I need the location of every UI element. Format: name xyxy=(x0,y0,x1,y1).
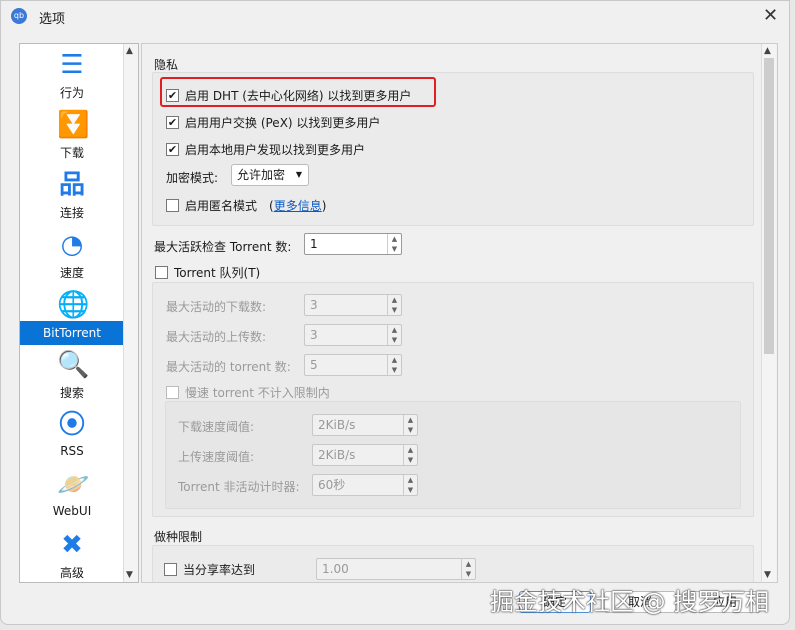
encryption-select[interactable]: 允许加密 ▼ xyxy=(231,164,309,186)
check-icon: ✔ xyxy=(166,116,179,129)
slow-label: 慢速 torrent 不计入限制内 xyxy=(185,386,330,400)
sidebar-item[interactable]: ⦿ RSS xyxy=(20,406,124,466)
anonymous-checkbox[interactable]: 启用匿名模式 (更多信息) xyxy=(166,197,326,214)
sidebar-item-label: 行为 xyxy=(59,86,84,100)
window-title: 选项 xyxy=(39,12,66,27)
ul-threshold-value: 2KiB/s xyxy=(318,448,356,462)
dl-threshold-value: 2KiB/s xyxy=(318,418,356,432)
sidebar-item[interactable]: ✖ 高级 xyxy=(20,526,124,586)
max-downloads-spinbox[interactable]: 3 ▲ ▼ xyxy=(304,294,402,316)
scrollbar-thumb[interactable] xyxy=(764,58,774,354)
lsd-label: 启用本地用户发现以找到更多用户 xyxy=(185,143,366,157)
spin-arrows-icon: ▲ ▼ xyxy=(387,355,401,375)
anon-label: 启用匿名模式 xyxy=(185,199,258,213)
spin-arrows-icon: ▲ ▼ xyxy=(461,559,475,579)
chevron-down-icon: ▼ xyxy=(295,170,302,179)
checkbox-box xyxy=(166,199,179,212)
pex-label: 启用用户交换 (PeX) 以找到更多用户 xyxy=(185,116,381,130)
spin-arrows-icon: ▲ ▼ xyxy=(403,415,417,435)
dl-threshold-label: 下载速度阈值: xyxy=(178,420,255,434)
sidebar-item-label: 搜索 xyxy=(59,386,84,400)
ratio-spinbox[interactable]: 1.00 ▲ ▼ xyxy=(316,558,476,580)
network-icon: 品 xyxy=(58,170,85,200)
dht-label: 启用 DHT (去中心化网络) 以找到更多用户 xyxy=(185,89,412,103)
max-torrents-spinbox[interactable]: 5 ▲ ▼ xyxy=(304,354,402,376)
dht-checkbox[interactable]: ✔ 启用 DHT (去中心化网络) 以找到更多用户 xyxy=(166,87,411,104)
checkbox-box xyxy=(166,386,179,399)
encryption-value: 允许加密 xyxy=(237,168,286,182)
spin-arrows-icon[interactable]: ▲ ▼ xyxy=(387,234,401,254)
sliders-icon: ☰ xyxy=(60,50,84,80)
ratio-checkbox[interactable]: 当分享率达到 xyxy=(164,561,255,578)
spin-arrows-icon: ▲ ▼ xyxy=(403,445,417,465)
watermark: 掘金技术社区 @ 搜罗万相 xyxy=(490,588,770,616)
checkbox-box xyxy=(155,266,168,279)
spin-arrows-icon: ▲ ▼ xyxy=(387,295,401,315)
ratio-label: 当分享率达到 xyxy=(183,563,256,577)
sidebar-item-label: BitTorrent xyxy=(20,321,124,345)
max-uploads-value: 3 xyxy=(310,328,318,342)
bittorrent-panel: 隐私 ✔ 启用 DHT (去中心化网络) 以找到更多用户 ✔ 启用用户交换 (PeX… xyxy=(141,43,778,583)
options-dialog: qb 选项 ✕ ☰ 行为 ⏬ 下载品连接 ◔ 速度 🌐 BitTorrent 🔍 搜索 ⦿ RSS 🪐 W… xyxy=(0,0,790,625)
sidebar-item-label: WebUI xyxy=(52,504,92,518)
spin-arrows-icon: ▲ ▼ xyxy=(403,475,417,495)
check-icon: ✔ xyxy=(166,89,179,102)
rss-icon: ⦿ xyxy=(58,410,85,440)
sidebar-item[interactable]: ☰ 行为 xyxy=(20,46,124,106)
ul-threshold-label: 上传速度阈值: xyxy=(178,450,255,464)
pex-checkbox[interactable]: ✔ 启用用户交换 (PeX) 以找到更多用户 xyxy=(166,114,380,131)
double-chevron-down-icon: ⏬ xyxy=(57,110,90,140)
max-uploads-label: 最大活动的上传数: xyxy=(166,330,267,344)
content-scrollbar[interactable]: ▲ ▼ xyxy=(761,44,776,582)
tools-icon: ✖ xyxy=(61,530,83,560)
slow-torrents-checkbox[interactable]: 慢速 torrent 不计入限制内 xyxy=(166,384,330,401)
sidebar-item-label: RSS xyxy=(60,444,84,458)
max-checking-label: 最大活跃检查 Torrent 数: xyxy=(154,240,292,254)
queue-checkbox[interactable]: Torrent 队列(T) xyxy=(155,264,260,281)
max-torrents-value: 5 xyxy=(310,358,318,372)
sidebar-item-label: 高级 xyxy=(59,566,84,580)
inactive-timer-spinbox[interactable]: 60秒 ▲ ▼ xyxy=(312,474,418,496)
max-checking-spinbox[interactable]: 1 ▲ ▼ xyxy=(304,233,402,255)
max-uploads-spinbox[interactable]: 3 ▲ ▼ xyxy=(304,324,402,346)
sidebar-item[interactable]: ⏬ 下载 xyxy=(20,106,124,166)
sidebar-item[interactable]: 品连接 xyxy=(20,166,124,226)
sidebar-item-label: 连接 xyxy=(59,206,84,220)
max-downloads-label: 最大活动的下载数: xyxy=(166,300,267,314)
close-button[interactable]: ✕ xyxy=(763,5,778,26)
sidebar-item[interactable]: 🪐 WebUI xyxy=(20,466,124,526)
sidebar-item[interactable]: 🔍 搜索 xyxy=(20,346,124,406)
dl-threshold-spinbox[interactable]: 2KiB/s ▲ ▼ xyxy=(312,414,418,436)
app-logo: qb xyxy=(11,8,27,24)
sidebar-item[interactable]: ◔ 速度 xyxy=(20,226,124,286)
ul-threshold-spinbox[interactable]: 2KiB/s ▲ ▼ xyxy=(312,444,418,466)
planet-icon: 🪐 xyxy=(57,470,90,500)
max-downloads-value: 3 xyxy=(310,298,318,312)
sidebar-item-label: 下载 xyxy=(59,146,84,160)
search-icon: 🔍 xyxy=(57,350,90,380)
sidebar-item[interactable]: 🌐 BitTorrent xyxy=(20,286,124,346)
globe-icon: 🌐 xyxy=(57,290,90,320)
seeding-title: 做种限制 xyxy=(154,530,203,544)
privacy-title: 隐私 xyxy=(154,58,179,72)
speedometer-icon: ◔ xyxy=(60,230,84,260)
checkbox-box xyxy=(164,563,177,576)
encryption-label: 加密模式: xyxy=(166,171,219,185)
max-torrents-label: 最大活动的 torrent 数: xyxy=(166,360,291,374)
lsd-checkbox[interactable]: ✔ 启用本地用户发现以找到更多用户 xyxy=(166,141,365,158)
sidebar: ☰ 行为 ⏬ 下载品连接 ◔ 速度 🌐 BitTorrent 🔍 搜索 ⦿ RSS 🪐 WebUI ✖ 高级 xyxy=(19,43,139,583)
ratio-value: 1.00 xyxy=(322,562,349,576)
check-icon: ✔ xyxy=(166,143,179,156)
max-checking-value: 1 xyxy=(310,237,318,251)
spin-arrows-icon: ▲ ▼ xyxy=(387,325,401,345)
more-info-link[interactable]: 更多信息 xyxy=(274,199,322,213)
sidebar-scrollbar[interactable]: ▲ ▼ xyxy=(123,44,138,582)
sidebar-item-label: 速度 xyxy=(59,266,84,280)
queue-label: Torrent 队列(T) xyxy=(174,266,261,280)
inactive-timer-label: Torrent 非活动计时器: xyxy=(178,480,300,494)
inactive-timer-value: 60秒 xyxy=(318,478,346,492)
